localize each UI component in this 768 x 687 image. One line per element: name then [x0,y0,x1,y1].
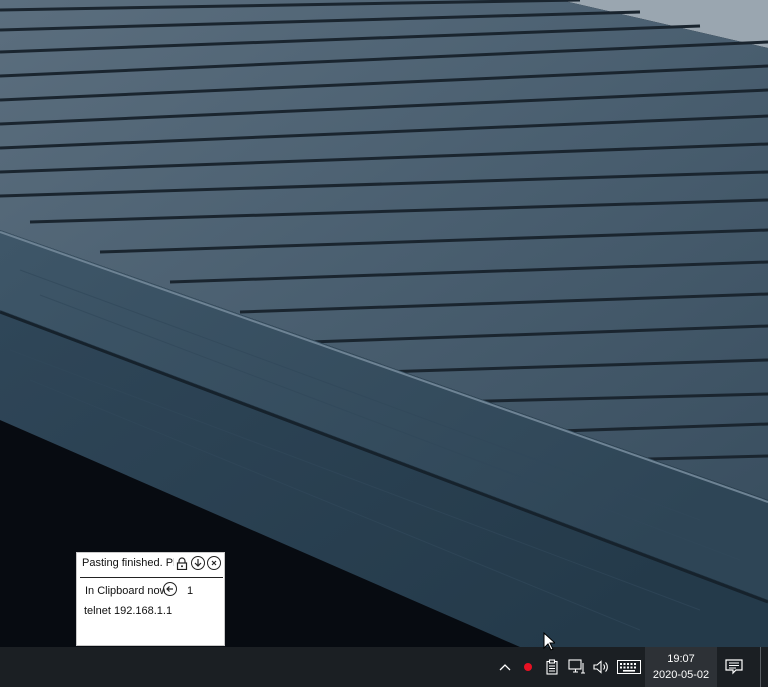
red-dot-icon[interactable] [522,657,534,677]
clipboard-count: 1 [187,585,194,597]
lock-icon[interactable] [175,556,189,570]
popup-header: Pasting finished. Pl [77,553,224,577]
keyboard-icon[interactable] [617,657,641,677]
wood-deck-image [0,0,768,647]
network-icon[interactable] [568,657,586,677]
mouse-cursor-icon [543,632,555,651]
show-desktop-divider[interactable] [760,647,761,687]
clipboard-popup: Pasting finished. Pl In Clipboard now: 1… [76,552,225,646]
back-arrow-icon[interactable] [163,582,177,596]
clock-date: 2020-05-02 [652,669,710,681]
volume-icon[interactable] [592,657,610,677]
taskbar-clock[interactable]: 19:07 2020-05-02 [645,647,717,687]
popup-divider [80,577,223,578]
down-arrow-icon[interactable] [191,556,205,570]
chevron-up-icon[interactable] [498,657,512,677]
notification-icon[interactable] [725,657,743,677]
desktop-wallpaper [0,0,768,647]
taskbar: 19:07 2020-05-02 [0,647,768,687]
popup-title: Pasting finished. Pl [82,557,174,569]
clipboard-icon[interactable] [545,657,559,677]
clock-time: 19:07 [667,653,695,665]
close-icon[interactable] [207,556,221,570]
clipboard-label: In Clipboard now: [85,585,165,597]
clipboard-entry[interactable]: telnet 192.168.1.1 [84,605,172,617]
